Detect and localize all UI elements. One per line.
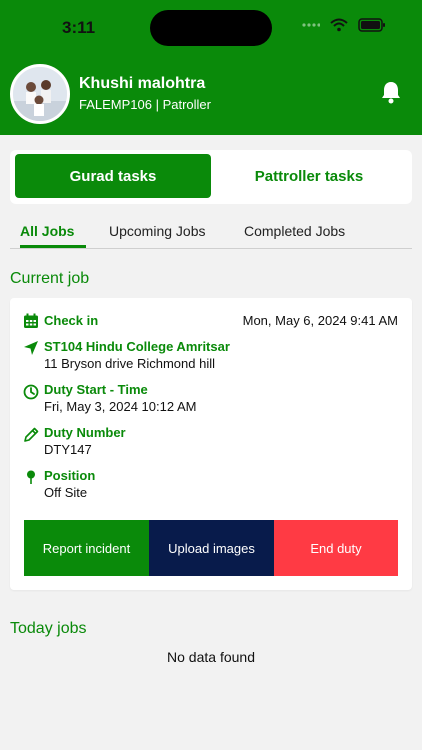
avatar[interactable] xyxy=(10,64,70,124)
bell-icon xyxy=(382,82,400,104)
position-label: Position xyxy=(44,468,96,483)
end-duty-button[interactable]: End duty xyxy=(274,520,398,576)
position-value: Off Site xyxy=(44,485,88,500)
location-arrow-icon xyxy=(24,341,38,355)
duty-number-label: Duty Number xyxy=(44,425,126,440)
current-job-title: Current job xyxy=(10,270,90,287)
site-address: 11 Bryson drive Richmond hill xyxy=(44,356,215,371)
wifi-icon xyxy=(330,18,348,32)
guard-tasks-button[interactable]: Gurad tasks xyxy=(15,154,211,198)
duty-start-value: Fri, May 3, 2024 10:12 AM xyxy=(44,399,197,414)
signal-icon xyxy=(302,23,320,27)
check-in-label: Check in xyxy=(44,313,99,328)
app-header: 3:11 Khushi malohtra FALEMP106 | Patroll… xyxy=(0,0,422,135)
tab-completed-jobs[interactable]: Completed Jobs xyxy=(244,223,345,239)
job-actions: Report incident Upload images End duty xyxy=(24,520,398,576)
user-id-role: FALEMP106 | Patroller xyxy=(79,97,211,112)
status-time: 3:11 xyxy=(62,18,96,37)
dynamic-island xyxy=(150,10,272,46)
calendar-icon xyxy=(24,313,38,328)
pencil-icon xyxy=(24,427,39,442)
duty-number-value: DTY147 xyxy=(44,442,92,457)
active-tab-indicator xyxy=(20,245,86,248)
clock-icon xyxy=(23,384,39,400)
today-jobs-title: Today jobs xyxy=(10,620,87,637)
duty-start-label: Duty Start - Time xyxy=(44,382,148,397)
job-tabs: All Jobs Upcoming Jobs Completed Jobs xyxy=(10,219,412,249)
profile-photo xyxy=(13,67,67,121)
patroller-tasks-button[interactable]: Pattroller tasks xyxy=(211,154,407,198)
tab-upcoming-jobs[interactable]: Upcoming Jobs xyxy=(109,223,206,239)
report-incident-button[interactable]: Report incident xyxy=(24,520,149,576)
site-title: ST104 Hindu College Amritsar xyxy=(44,339,230,354)
tab-all-jobs[interactable]: All Jobs xyxy=(20,223,74,239)
pin-icon xyxy=(27,470,35,484)
status-icons xyxy=(302,18,386,32)
check-in-value: Mon, May 6, 2024 9:41 AM xyxy=(242,313,398,328)
user-name: Khushi malohtra xyxy=(79,75,206,92)
empty-state-text: No data found xyxy=(167,649,255,665)
notifications-button[interactable] xyxy=(380,80,402,109)
upload-images-button[interactable]: Upload images xyxy=(149,520,274,576)
battery-icon xyxy=(358,18,385,32)
task-type-segment: Gurad tasks Pattroller tasks xyxy=(10,150,412,204)
current-job-card: Check in Mon, May 6, 2024 9:41 AM ST104 … xyxy=(10,298,412,590)
